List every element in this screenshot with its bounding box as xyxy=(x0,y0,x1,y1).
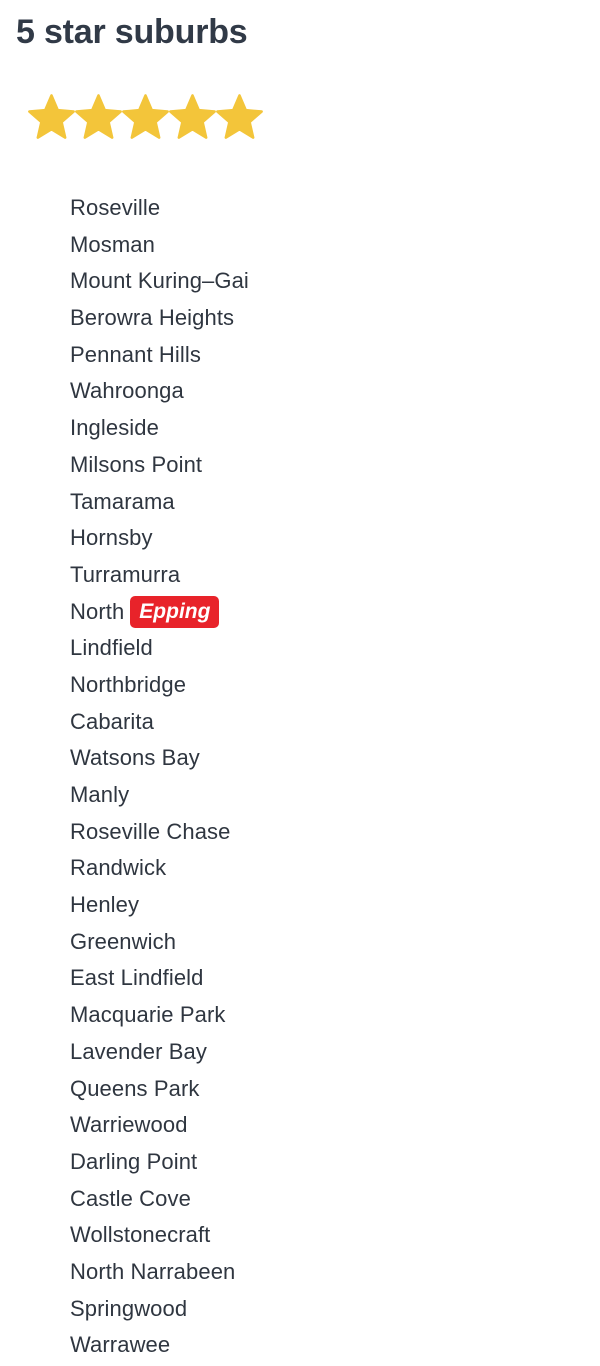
list-item[interactable]: Roseville xyxy=(70,190,600,227)
star-icon xyxy=(169,93,216,139)
list-item[interactable]: Berowra Heights xyxy=(70,300,600,337)
list-item-label: Roseville Chase xyxy=(70,818,231,844)
list-item[interactable]: Cabarita xyxy=(70,704,600,741)
list-item[interactable]: Milsons Point xyxy=(70,447,600,484)
list-item[interactable]: Lindfield xyxy=(70,630,600,667)
list-item[interactable]: Castle Cove xyxy=(70,1181,600,1218)
list-item-label: Berowra Heights xyxy=(70,305,235,331)
list-item-label: Cabarita xyxy=(70,708,154,734)
list-item-label: Wollstonecraft xyxy=(70,1222,211,1248)
list-item[interactable]: Warrawee xyxy=(70,1327,600,1364)
star-icon xyxy=(75,93,122,139)
list-item-label: East Lindfield xyxy=(70,965,204,991)
list-item-label: Milsons Point xyxy=(70,451,203,477)
list-item-label: Warrawee xyxy=(70,1332,171,1358)
list-item[interactable]: Watsons Bay xyxy=(70,740,600,777)
list-item[interactable]: Mount Kuring–Gai xyxy=(70,263,600,300)
list-item-label: North Narrabeen xyxy=(70,1258,236,1284)
page-title: 5 star suburbs xyxy=(16,13,248,51)
list-item[interactable]: Hornsby xyxy=(70,520,600,557)
list-item-label: Greenwich xyxy=(70,928,177,954)
list-item-label: Hornsby xyxy=(70,525,153,551)
star-icon xyxy=(216,93,263,139)
list-item[interactable]: Springwood xyxy=(70,1291,600,1328)
list-item[interactable]: Tamarama xyxy=(70,484,600,521)
star-rating xyxy=(28,90,263,142)
list-item-label: Manly xyxy=(70,782,130,807)
list-item[interactable]: Lavender Bay xyxy=(70,1034,600,1071)
list-item-label: Lindfield xyxy=(70,635,153,661)
suburb-list: Roseville Mosman Mount Kuring–Gai Berowra H… xyxy=(70,190,600,1364)
list-item[interactable]: North Epping xyxy=(70,594,600,631)
list-item[interactable]: Darling Point xyxy=(70,1144,600,1181)
list-item[interactable]: Henley xyxy=(70,887,600,924)
list-item-label: Springwood xyxy=(70,1295,188,1321)
list-item-label: Darling Point xyxy=(70,1148,198,1174)
list-item[interactable]: Roseville Chase xyxy=(70,814,600,851)
list-item[interactable]: Wahroonga xyxy=(70,373,600,410)
list-item[interactable]: Randwick xyxy=(70,850,600,887)
list-item-label: Queens Park xyxy=(70,1075,200,1101)
list-item[interactable]: Manly xyxy=(70,777,600,814)
list-item[interactable]: Pennant Hills xyxy=(70,337,600,374)
list-item-label: Watsons Bay xyxy=(70,745,200,771)
star-icon xyxy=(28,93,75,139)
list-item-label: Macquarie Park xyxy=(70,1002,226,1028)
page-root: 5 star suburbs Roseville Mosman Mount Kuri… xyxy=(0,0,600,1366)
list-item-label: Randwick xyxy=(70,855,167,881)
list-item-label: Pennant Hills xyxy=(70,341,201,367)
list-item[interactable]: Northbridge xyxy=(70,667,600,704)
list-item[interactable]: Greenwich xyxy=(70,924,600,961)
list-item-label: Ingleside xyxy=(70,415,159,441)
list-item-label: Henley xyxy=(70,892,140,918)
list-item-label: Mosman xyxy=(70,231,155,257)
list-item-label: Northbridge xyxy=(70,671,187,697)
search-match-badge: Epping xyxy=(130,595,220,628)
list-item[interactable]: Turramurra xyxy=(70,557,600,594)
list-item[interactable]: Warriewood xyxy=(70,1107,600,1144)
list-item[interactable]: East Lindfield xyxy=(70,960,600,997)
list-item-label: Lavender Bay xyxy=(70,1038,207,1064)
list-item[interactable]: Wollstonecraft xyxy=(70,1217,600,1254)
list-item[interactable]: Macquarie Park xyxy=(70,997,600,1034)
list-item-label: Turramurra xyxy=(70,561,181,587)
list-item[interactable]: Queens Park xyxy=(70,1071,600,1108)
list-item-label: Roseville xyxy=(70,195,161,220)
list-item-label: Tamarama xyxy=(70,488,175,514)
list-item[interactable]: Mosman xyxy=(70,227,600,264)
star-icon xyxy=(122,93,169,139)
list-item-label: Castle Cove xyxy=(70,1185,191,1211)
list-item[interactable]: North Narrabeen xyxy=(70,1254,600,1291)
list-item-label: Mount Kuring–Gai xyxy=(70,268,249,294)
list-item-label: Wahroonga xyxy=(70,378,184,404)
list-item-label: North xyxy=(70,598,125,624)
list-item[interactable]: Ingleside xyxy=(70,410,600,447)
list-item-label: Warriewood xyxy=(70,1112,188,1138)
